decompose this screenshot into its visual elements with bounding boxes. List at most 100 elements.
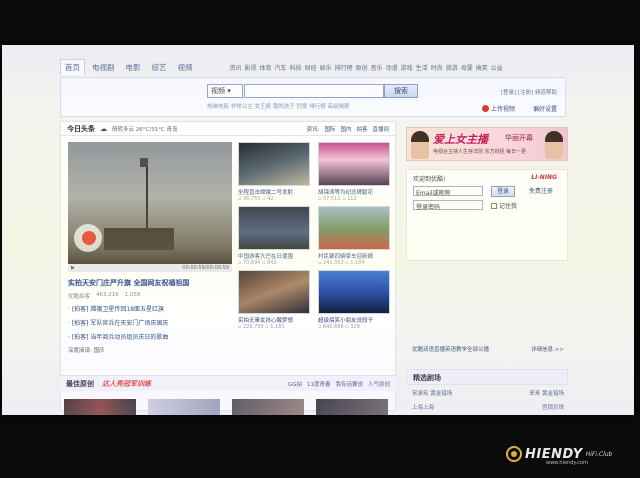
subnav-item[interactable]: 影视 (245, 63, 257, 72)
thumbnail-image[interactable] (318, 206, 390, 250)
headline-link[interactable]: 实拍天安门庄严升旗 全国网友祝福祖国 (68, 278, 189, 288)
chevron-down-icon: ▾ (225, 87, 231, 95)
flag (140, 158, 148, 167)
thumbnail-caption[interactable]: 全程直击嫦娥二号发射 (238, 188, 310, 196)
thumbnail-caption[interactable]: 村民聚四辆豪车迎新娘 (318, 252, 390, 260)
original-link[interactable]: 我有话要说 (335, 380, 363, 388)
subnav-item[interactable]: 搞笑 (476, 63, 488, 72)
thumbnail-image[interactable] (232, 399, 304, 415)
thumbnail-caption[interactable]: 胡锦涛等为纪念碑献花 (318, 188, 390, 196)
play-icon[interactable] (74, 224, 102, 252)
thumbnail-caption[interactable]: 超级搞笑小朋友说段子 (318, 316, 390, 324)
subnav-item[interactable]: 时尚 (431, 63, 443, 72)
featured-link[interactable]: 来来 黄金猎场 (529, 389, 564, 397)
thumbnail-image[interactable] (238, 206, 310, 250)
photo-scene: 首页 电视剧 电影 综艺 视频 资讯 影视 体育 汽车 科技 财经 娱乐 排行榜… (0, 0, 640, 478)
thumbnail-image[interactable] (316, 399, 388, 415)
thumbnail-caption[interactable]: 实拍无辜女孩心酸梦想 (238, 316, 310, 324)
list-item[interactable]: · [拍客] 嫦娥卫星传回18面五星红旗 (68, 304, 168, 313)
account-links[interactable]: [登录] [注册] 频道帮助 (501, 88, 557, 96)
thumbnail-image[interactable] (64, 399, 136, 415)
thumbnail-image[interactable] (238, 270, 310, 314)
subnav-item[interactable]: 公益 (491, 63, 503, 72)
thumbnail-card[interactable]: 村民聚四辆豪车迎新娘 ▫ 241,353 ▫ 1,184 (318, 206, 390, 266)
subnav-item[interactable]: 母婴 (461, 63, 473, 72)
subnav-item[interactable]: 生活 (416, 63, 428, 72)
subnav-item[interactable]: 排行榜 (335, 63, 353, 72)
search-category-select[interactable]: 视频 ▾ (207, 84, 243, 98)
subnav-item[interactable]: 旅游 (446, 63, 458, 72)
thumbnail-stats: ▫ 229,730 ▫ 1,181 (238, 324, 285, 330)
subnav-item[interactable]: 汽车 (275, 63, 287, 72)
thumbnail-card[interactable]: 全程直击嫦娥二号发射 ▫ 36,755 ▫ 42 (238, 142, 310, 202)
tab-tv[interactable]: 电视剧 (88, 60, 119, 75)
deep-reading[interactable]: 深度阅读: 国庆 (68, 346, 105, 354)
thumbnail-image[interactable] (238, 142, 310, 186)
subnav-item[interactable]: 娱乐 (320, 63, 332, 72)
featured-link[interactable]: 宋承宪 黄金猎场 (412, 389, 452, 397)
thumbnail-image[interactable] (148, 399, 220, 415)
search-button[interactable]: 搜索 (384, 84, 418, 98)
checkbox-icon[interactable] (491, 202, 497, 209)
sponsor-logo[interactable]: LI-NING (531, 174, 557, 181)
news-tab-live[interactable]: 直播间 (372, 125, 389, 133)
subnav-item[interactable]: 体育 (260, 63, 272, 72)
password-field[interactable]: 登录密码 (413, 200, 483, 211)
tab-variety[interactable]: 综艺 (148, 60, 171, 75)
tab-movie[interactable]: 电影 (122, 60, 145, 75)
remember-me[interactable]: 记住我 (491, 201, 517, 210)
ad-banner[interactable]: 爱上女主播 华丽开幕 电视台主持人生存法则 东方财经 每日一更 (406, 127, 568, 161)
tiananmen (104, 228, 174, 250)
hiendy-logo-icon (506, 446, 522, 462)
watermark-url: www.hiendy.com (546, 460, 588, 466)
side-promo-link[interactable]: 优酷双语直播英语教学全部公播 (412, 345, 489, 353)
play-control-icon[interactable]: ▶ (71, 265, 75, 271)
email-field[interactable]: Email或昵称 (413, 186, 483, 197)
video-thumbnails: 全程直击嫦娥二号发射 ▫ 36,755 ▫ 42 胡锦涛等为纪念碑献花 ▫ 57… (238, 142, 392, 330)
thumbnail-caption[interactable]: 中国游客大巴在日遭围 (238, 252, 310, 260)
original-link[interactable]: GG拍 (288, 380, 302, 388)
register-link[interactable]: 免费注册 (529, 186, 563, 197)
source-label[interactable]: 优酷拍客 (68, 292, 90, 300)
promo-link[interactable]: 达人秀冠军训练 (102, 379, 151, 389)
thumbnail-comments: 329 (350, 324, 360, 330)
subnav-item[interactable]: 动漫 (386, 63, 398, 72)
video-controls[interactable]: ▶ 00:00:59/00:00:59 (68, 264, 232, 272)
subnav-item[interactable]: 财经 (305, 63, 317, 72)
search-input[interactable] (244, 84, 384, 98)
today-headlines: 今日头条 ☁ 晴转多云 26°C/31°C 青岛 资讯: 国际 国内 拍客 直播… (60, 121, 396, 411)
thumbnail-card[interactable]: 中国游客大巴在日遭围 ▫ 70,694 ▫ 842 (238, 206, 310, 266)
original-thumbnails (64, 399, 388, 415)
hot-search-words[interactable]: 热映电影 非常公主 女王嫁 我的孩子 烈爱 排行榜 高级搜索 (207, 102, 350, 110)
settings-link[interactable]: 偏好设置 (533, 104, 557, 113)
list-item[interactable]: · [拍客] 当年阅兵动员组员庆日的歌曲 (68, 332, 168, 341)
subnav-item[interactable]: 游戏 (401, 63, 413, 72)
original-link[interactable]: 11度青春 (307, 380, 331, 388)
news-tab[interactable]: 国际 (324, 125, 335, 133)
tab-home[interactable]: 首页 (60, 59, 85, 75)
news-tab[interactable]: 国内 (340, 125, 351, 133)
tab-video[interactable]: 视频 (174, 60, 197, 75)
side-promo-more[interactable]: 详细信息 >> (531, 345, 564, 353)
news-tab[interactable]: 拍客 (356, 125, 367, 133)
thumbnail-card[interactable]: 胡锦涛等为纪念碑献花 ▫ 57,512 ▫ 112 (318, 142, 390, 202)
subnav-item[interactable]: 科技 (290, 63, 302, 72)
list-item[interactable]: · [拍客] 军队官兵在天安门广场庆国庆 (68, 318, 168, 327)
featured-link[interactable]: 上海上海 (412, 403, 434, 411)
video-player[interactable] (68, 142, 232, 264)
top-nav: 首页 电视剧 电影 综艺 视频 资讯 影视 体育 汽车 科技 财经 娱乐 排行榜… (60, 57, 572, 77)
subnav-item[interactable]: 原创 (356, 63, 368, 72)
featured-row: 宋承宪 黄金猎场 来来 黄金猎场 (412, 389, 564, 397)
upload-link[interactable]: 上传视频 (481, 104, 515, 113)
thumbnail-image[interactable] (318, 142, 390, 186)
thumbnail-card[interactable]: 实拍无辜女孩心酸梦想 ▫ 229,730 ▫ 1,181 (238, 270, 310, 330)
thumbnail-card[interactable]: 超级搞笑小朋友说段子 ▫ 640,696 ▫ 329 (318, 270, 390, 330)
featured-row: 上海上海 宫锁珍珠 (412, 403, 564, 411)
featured-link[interactable]: 宫锁珍珠 (542, 403, 564, 411)
thumbnail-comments: 42 (267, 196, 274, 202)
subnav-item[interactable]: 音乐 (371, 63, 383, 72)
original-link[interactable]: 人气原创 (368, 380, 390, 388)
thumbnail-image[interactable] (318, 270, 390, 314)
subnav-item[interactable]: 资讯 (230, 63, 242, 72)
login-button[interactable]: 登录 (491, 186, 515, 197)
